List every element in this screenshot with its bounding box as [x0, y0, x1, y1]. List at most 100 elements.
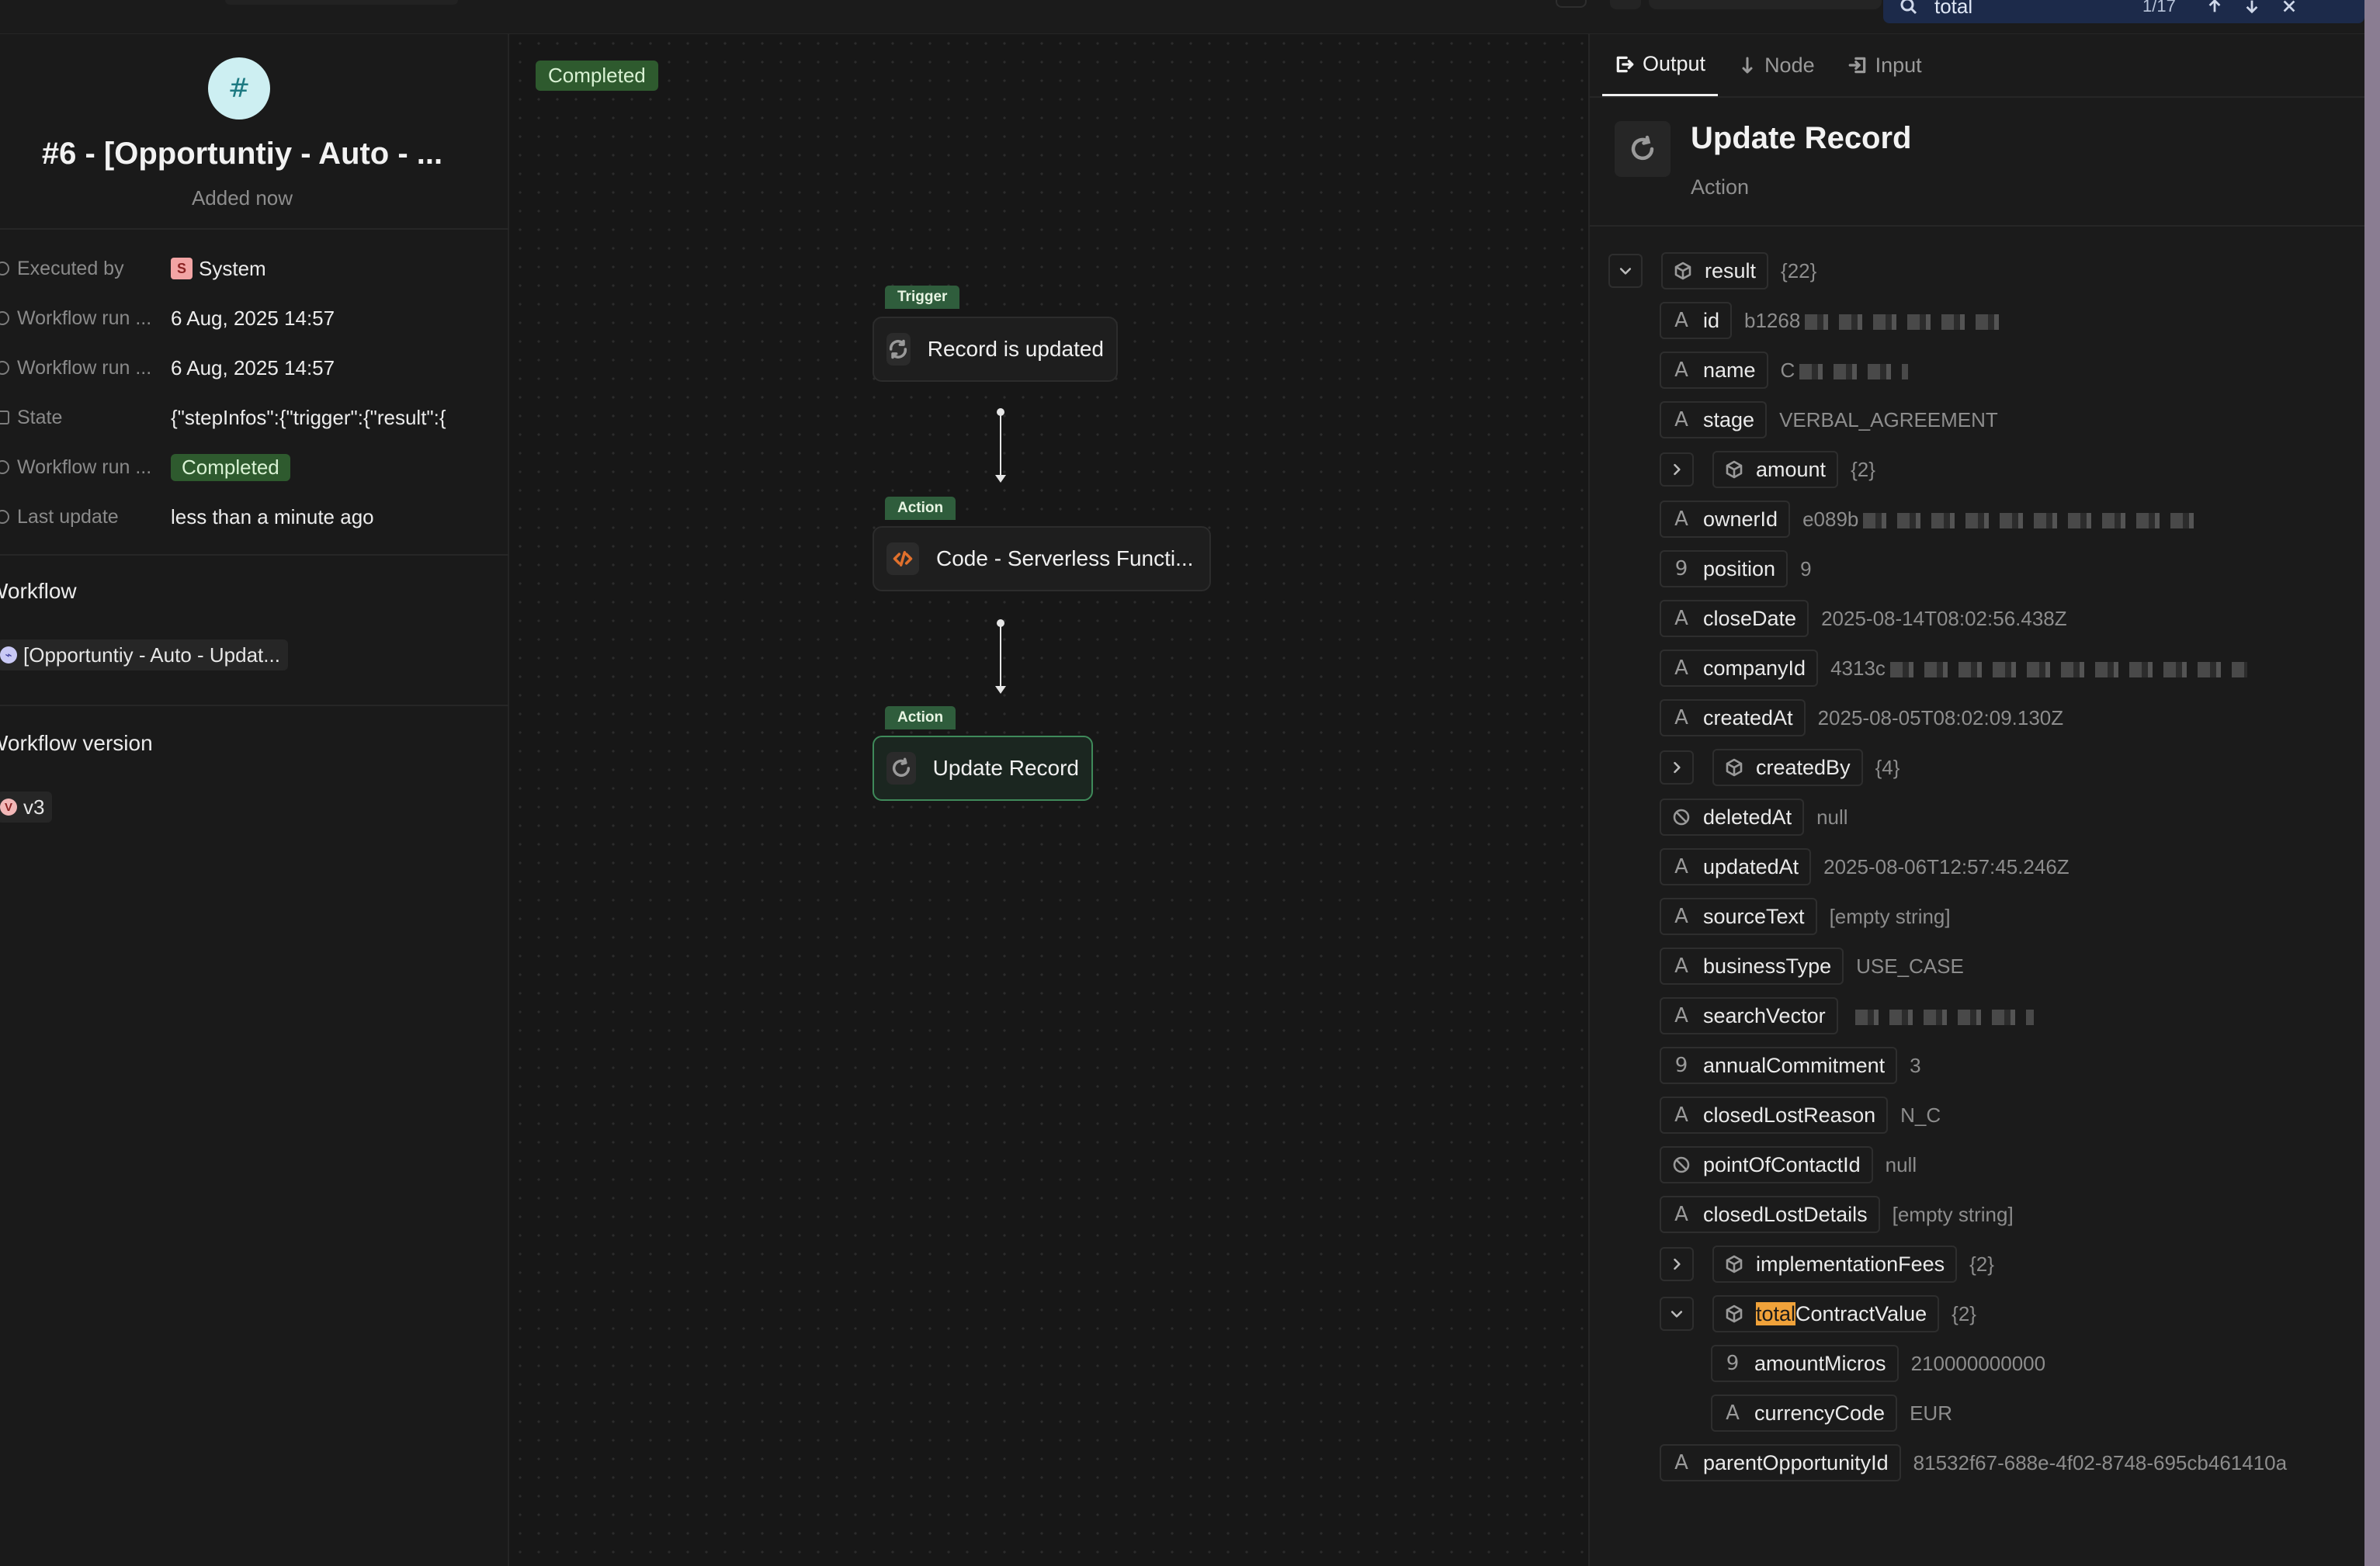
tree-key[interactable]: pointOfContactId: [1660, 1146, 1873, 1183]
tree-key[interactable]: deletedAt: [1660, 799, 1805, 836]
chevron-down-icon: [1671, 1311, 1683, 1318]
workflow-link-chip[interactable]: ⌁ [Opportuntiy - Auto - Updat...: [0, 639, 288, 670]
field-value: 6 Aug, 2025 14:57: [171, 355, 335, 379]
key-label: closedLostReason: [1703, 1103, 1876, 1127]
refresh-icon: [886, 752, 916, 785]
field-state[interactable]: State {"stepInfos":{"trigger":{"result":…: [0, 402, 497, 433]
field-value: less than a minute ago: [171, 504, 374, 528]
tree-key[interactable]: totalContractValue: [1712, 1295, 1940, 1332]
key-label: currencyCode: [1754, 1401, 1886, 1425]
tree-row: totalContractValue {2}: [1660, 1294, 1976, 1333]
tree-key[interactable]: AupdatedAt: [1660, 848, 1812, 885]
tab-node[interactable]: Node: [1726, 34, 1827, 96]
tree-key[interactable]: 9 position: [1660, 550, 1788, 587]
workflow-heading: Workflow: [0, 579, 77, 603]
tree-value: 2025-08-14T08:02:56.438Z: [1821, 606, 2067, 630]
tree-row: AcloseDate 2025-08-14T08:02:56.438Z: [1660, 599, 2067, 638]
tree-key[interactable]: AcompanyId: [1660, 650, 1819, 687]
collapse-toggle[interactable]: [1608, 254, 1643, 288]
tree-value: [empty string]: [1892, 1202, 2014, 1226]
tree-value: e089b: [1802, 508, 2205, 532]
tree-value: null: [1816, 805, 1848, 829]
page-title[interactable]: #6 - [Opportuntiy - Auto - ...: [0, 137, 484, 171]
chevron-right-icon: [1674, 463, 1681, 476]
field-last-update[interactable]: Last update less than a minute ago: [0, 501, 497, 532]
field-workflow-run-ended[interactable]: Workflow run ... 6 Aug, 2025 14:57: [0, 352, 497, 383]
key-label: closeDate: [1703, 606, 1797, 630]
tree-key[interactable]: AbusinessType: [1660, 948, 1844, 985]
tree-key[interactable]: amount: [1712, 451, 1839, 488]
tree-key[interactable]: Astage: [1660, 401, 1768, 438]
workflow-version-chip[interactable]: V v3: [0, 792, 53, 823]
tree-row: amount {2}: [1660, 450, 1875, 489]
tree-key[interactable]: AclosedLostDetails: [1660, 1196, 1880, 1233]
chevron-down-icon: [1619, 268, 1632, 275]
object-icon: [1723, 1303, 1745, 1325]
child-count: {4}: [1875, 755, 1900, 779]
workflow-canvas[interactable]: Completed Trigger Record is updated Acti…: [511, 34, 1587, 1566]
tree-row: deletedAt null: [1660, 798, 1848, 837]
next-match-button[interactable]: [2240, 0, 2264, 17]
divider: [0, 228, 509, 230]
tree-key[interactable]: Aid: [1660, 302, 1733, 339]
tree-value: 210000000000: [1910, 1351, 2046, 1375]
null-type-icon: [1671, 1154, 1692, 1176]
field-label: Workflow run ...: [17, 356, 152, 379]
tree-key[interactable]: AcloseDate: [1660, 600, 1809, 637]
workflow-run-view: 1/17 # #6 - [Opportuntiy - Auto - ... Ad…: [0, 0, 2380, 1566]
key-label: deletedAt: [1703, 805, 1792, 829]
close-search-button[interactable]: [2278, 0, 2301, 17]
tree-key[interactable]: AclosedLostReason: [1660, 1097, 1889, 1134]
field-workflow-run-status[interactable]: Workflow run ... Completed: [0, 452, 497, 483]
tree-key[interactable]: implementationFees: [1712, 1246, 1958, 1283]
status-icon: [0, 460, 9, 474]
tree-key[interactable]: AsourceText: [1660, 898, 1817, 935]
expand-toggle[interactable]: [1660, 750, 1694, 785]
toolbar-field[interactable]: [1649, 0, 1882, 9]
field-executed-by[interactable]: Executed by S System: [0, 253, 497, 284]
key-label: updatedAt: [1703, 854, 1799, 878]
text-type-icon: A: [1674, 309, 1688, 332]
sync-icon: [886, 333, 911, 366]
collapse-toggle[interactable]: [1660, 1297, 1694, 1331]
tree-key[interactable]: AcreatedAt: [1660, 699, 1806, 736]
search-input[interactable]: [1934, 0, 2128, 19]
tree-key[interactable]: createdBy: [1712, 749, 1863, 786]
tree-key[interactable]: 9 annualCommitment: [1660, 1047, 1898, 1084]
toolbar-button[interactable]: [1556, 0, 1587, 8]
tab-input[interactable]: Input: [1835, 34, 1934, 96]
text-type-icon: A: [1726, 1401, 1740, 1425]
key-label: parentOpportunityId: [1703, 1450, 1889, 1474]
tree-key[interactable]: AownerId: [1660, 501, 1791, 538]
redacted-value: [1889, 661, 2247, 677]
tree-value: 2025-08-05T08:02:09.130Z: [1817, 705, 2064, 729]
tree-key[interactable]: AcurrencyCode: [1711, 1395, 1898, 1432]
node-code-function[interactable]: Code - Serverless Functi...: [873, 526, 1211, 591]
null-type-icon: [1671, 806, 1692, 828]
tree-key[interactable]: 9 amountMicros: [1711, 1345, 1899, 1382]
key-label: amountMicros: [1754, 1351, 1886, 1375]
number-type-icon: 9: [1674, 557, 1688, 580]
redacted-value: [1863, 512, 2205, 528]
redacted-value: [1854, 1009, 2034, 1025]
field-label: Executed by: [17, 257, 124, 279]
field-workflow-run-started[interactable]: Workflow run ... 6 Aug, 2025 14:57: [0, 303, 497, 334]
tree-key[interactable]: result: [1661, 252, 1769, 289]
expand-toggle[interactable]: [1660, 1247, 1694, 1281]
expand-toggle[interactable]: [1660, 452, 1694, 487]
toolbar-button[interactable]: [1610, 0, 1641, 9]
node-trigger[interactable]: Record is updated: [873, 317, 1118, 382]
tab-output[interactable]: Output: [1602, 34, 1719, 96]
key-label: stage: [1703, 407, 1755, 431]
key-label: companyId: [1703, 656, 1806, 680]
key-label: totalContractValue: [1756, 1301, 1927, 1326]
node-update-record[interactable]: Update Record: [873, 736, 1093, 801]
child-count: {2}: [1969, 1252, 1994, 1276]
tree-key[interactable]: AparentOpportunityId: [1660, 1444, 1901, 1481]
tree-key[interactable]: Aname: [1660, 352, 1768, 389]
text-type-icon: A: [1674, 954, 1688, 978]
text-type-icon: A: [1674, 1103, 1688, 1127]
tree-key[interactable]: AsearchVector: [1660, 997, 1838, 1034]
previous-match-button[interactable]: [2203, 0, 2226, 17]
key-label: implementationFees: [1756, 1252, 1945, 1276]
